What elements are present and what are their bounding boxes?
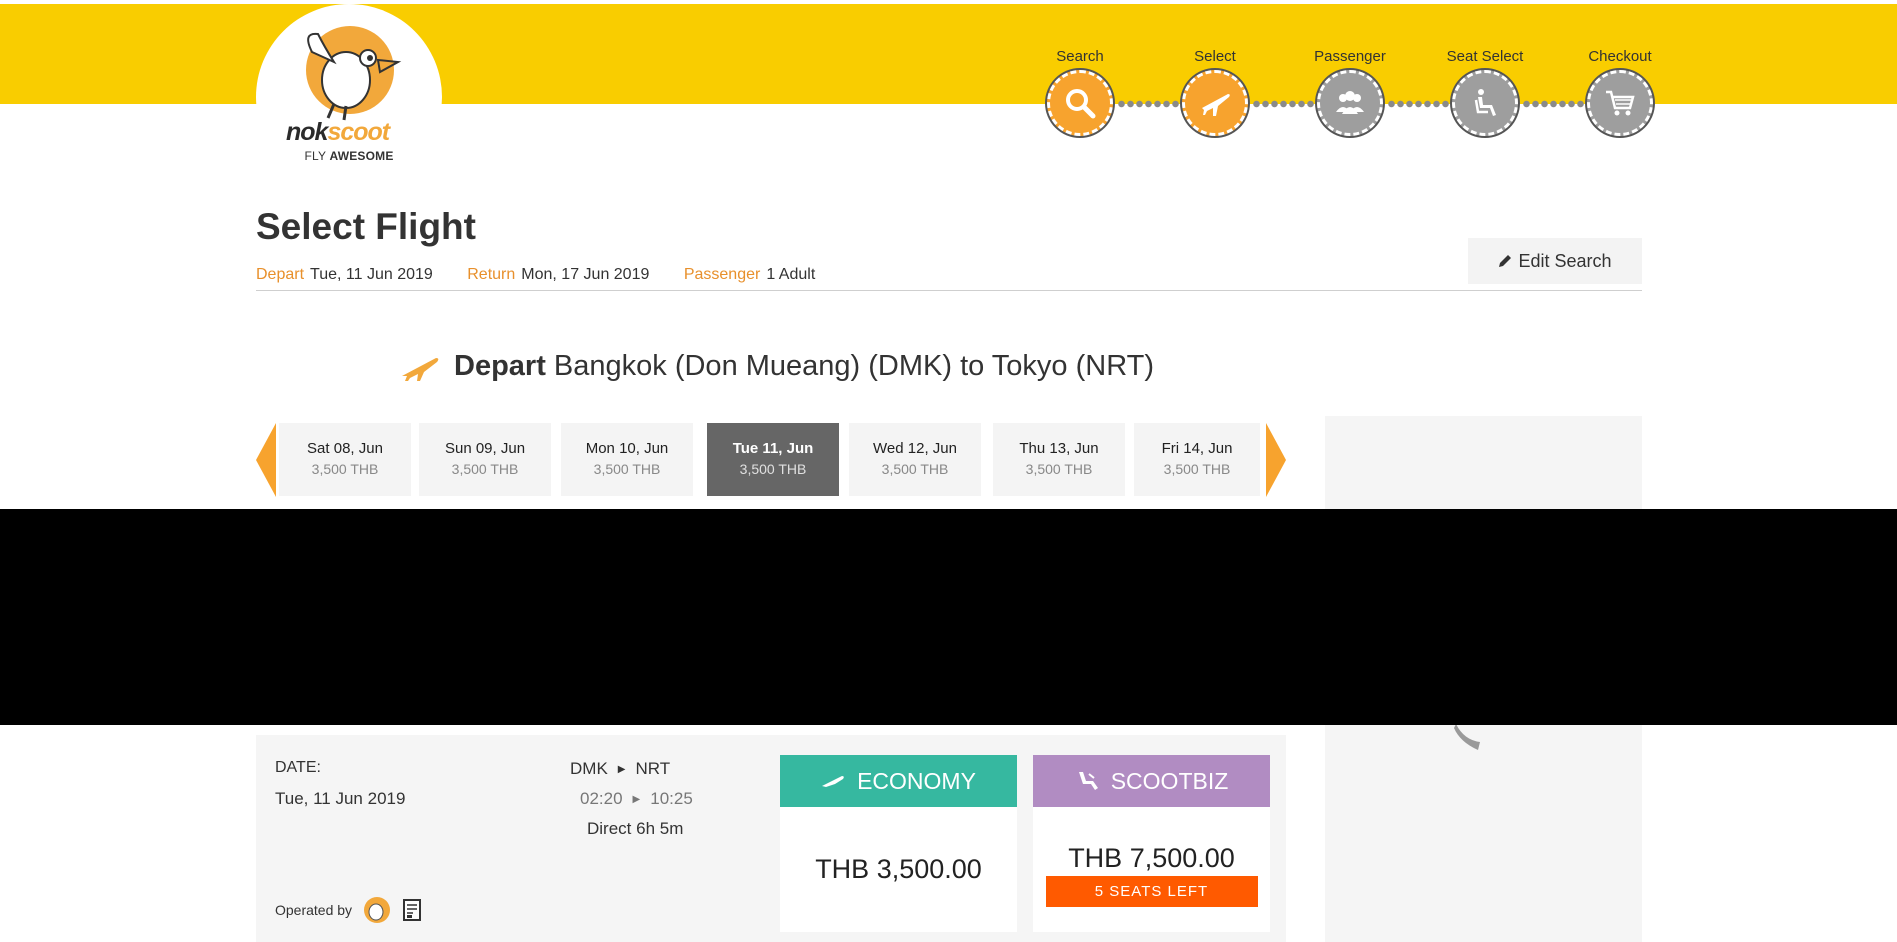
step-circle — [1047, 70, 1113, 136]
seats-left-badge: 5 SEATS LEFT — [1045, 876, 1258, 907]
flight-row: DATE: Tue, 11 Jun 2019 DMK ▶ NRT 02:20 ▶ 10:… — [256, 735, 1286, 942]
return-value: Mon, 17 Jun 2019 — [521, 266, 650, 283]
date-tile[interactable]: Thu 13, Jun 3,500 THB — [993, 423, 1125, 496]
search-summary: Depart Tue, 11 Jun 2019 Return Mon, 17 Jun… — [256, 266, 845, 284]
depart-time: 02:20 — [580, 789, 623, 808]
scootbiz-fare-card[interactable]: SCOOTBIZ THB 7,500.00 5 SEATS LEFT — [1033, 755, 1270, 932]
arrive-time: 10:25 — [650, 789, 693, 808]
date-tile-price: 3,500 THB — [1163, 461, 1231, 477]
date-tile-price: 3,500 THB — [311, 461, 379, 477]
tagline-prefix: FLY — [304, 149, 330, 163]
step-passenger[interactable]: Passenger — [1290, 48, 1410, 136]
flight-times: 02:20 ▶ 10:25 — [580, 789, 693, 809]
route-label: Depart — [454, 350, 546, 382]
seat-icon — [1474, 89, 1496, 116]
date-tile-price: 3,500 THB — [881, 461, 949, 477]
return-label: Return — [467, 266, 516, 283]
step-search[interactable]: Search — [1020, 48, 1140, 136]
search-icon — [1066, 89, 1096, 119]
depart-value: Tue, 11 Jun 2019 — [310, 266, 433, 283]
step-label: Passenger — [1314, 48, 1386, 65]
flight-duration: Direct 6h 5m — [587, 819, 684, 838]
date-tile-date: Wed 12, Jun — [873, 440, 957, 457]
date-tile-date: Mon 10, Jun — [585, 440, 669, 457]
booking-steps: Search Select Passenger Seat Select Chec… — [1020, 48, 1653, 148]
airline-logo-icon — [364, 897, 391, 923]
date-tile-selected[interactable]: Tue 11, Jun 3,500 THB — [707, 423, 839, 496]
seat-icon — [1078, 772, 1098, 790]
step-circle — [1317, 70, 1383, 136]
date-tile[interactable]: Fri 14, Jun 3,500 THB — [1134, 423, 1260, 496]
economy-fare-price: THB 3,500.00 — [815, 854, 982, 884]
arrow-right-icon: ▶ — [632, 794, 641, 805]
operated-by-label: Operated by — [275, 902, 353, 918]
logo-wordmark: nokscoot — [286, 118, 416, 147]
redacted-region — [0, 509, 1897, 725]
flight-date-value: Tue, 11 Jun 2019 — [275, 789, 406, 808]
cart-icon — [1606, 90, 1635, 116]
flight-airports: DMK ▶ NRT — [570, 759, 670, 779]
step-select[interactable]: Select — [1155, 48, 1275, 136]
step-circle — [1182, 70, 1248, 136]
step-label: Select — [1194, 48, 1236, 65]
date-tile-price: 3,500 THB — [451, 461, 519, 477]
arrow-right-icon: ▶ — [617, 764, 626, 775]
step-label: Search — [1056, 48, 1104, 65]
date-tile[interactable]: Sun 09, Jun 3,500 THB — [419, 423, 551, 496]
logo-wordmark-nok: nok — [286, 118, 328, 146]
date-carousel: Sat 08, Jun 3,500 THB Sun 09, Jun 3,500 TH… — [256, 423, 1286, 497]
group-icon — [1336, 91, 1364, 114]
economy-fare-name: ECONOMY — [857, 767, 976, 794]
carousel-prev-icon[interactable] — [256, 423, 276, 497]
date-tile[interactable]: Mon 10, Jun 3,500 THB — [561, 423, 693, 496]
date-tile-price: 3,500 THB — [1025, 461, 1093, 477]
route-heading: Depart Bangkok (Don Mueang) (DMK) to Tok… — [400, 350, 1154, 383]
date-tile-price: 3,500 THB — [739, 461, 807, 477]
passenger-value: 1 Adult — [766, 266, 816, 283]
page-title: Select Flight — [256, 206, 476, 247]
logo-wordmark-scoot: scoot — [327, 118, 390, 146]
tagline-bold: AWESOME — [329, 149, 394, 163]
scootbiz-fare-price: THB 7,500.00 — [1068, 843, 1235, 873]
route-description: Bangkok (Don Mueang) (DMK) to Tokyo (NRT… — [553, 350, 1155, 382]
step-circle — [1452, 70, 1518, 136]
date-tile[interactable]: Sat 08, Jun 3,500 THB — [279, 423, 411, 496]
date-tile-date: Thu 13, Jun — [1019, 440, 1099, 457]
document-icon[interactable] — [402, 898, 422, 922]
destination-code: NRT — [635, 759, 671, 778]
plane-icon — [402, 357, 439, 381]
step-label: Seat Select — [1446, 48, 1524, 65]
date-tile-date: Sun 09, Jun — [444, 440, 526, 457]
plane-icon — [822, 776, 844, 787]
edit-search-label: Edit Search — [1518, 250, 1612, 271]
step-label: Checkout — [1588, 48, 1652, 65]
plane-icon — [1202, 94, 1230, 116]
carousel-next-icon[interactable] — [1266, 423, 1286, 497]
edit-search-button[interactable]: Edit Search — [1468, 238, 1642, 284]
economy-fare-card[interactable]: ECONOMY THB 3,500.00 — [780, 755, 1017, 932]
origin-code: DMK — [570, 759, 608, 778]
date-tile-date: Tue 11, Jun — [732, 440, 814, 457]
step-checkout[interactable]: Checkout — [1560, 48, 1680, 136]
depart-label: Depart — [256, 266, 305, 283]
bird-mascot-icon — [306, 26, 402, 121]
pencil-icon — [1499, 255, 1512, 267]
date-tile-date: Sat 08, Jun — [307, 440, 383, 457]
passenger-label: Passenger — [683, 266, 761, 283]
date-tile-date: Fri 14, Jun — [1161, 440, 1233, 457]
nokscoot-logo[interactable]: nokscoot FLY AWESOME — [256, 4, 442, 190]
operated-by: Operated by — [275, 895, 422, 925]
date-tile-price: 3,500 THB — [593, 461, 661, 477]
step-circle — [1587, 70, 1653, 136]
scootbiz-fare-header: SCOOTBIZ — [1033, 755, 1270, 807]
flight-date-label: DATE: — [275, 759, 321, 776]
scootbiz-fare-name: SCOOTBIZ — [1110, 767, 1229, 794]
logo-tagline: FLY AWESOME — [256, 149, 442, 163]
date-tile[interactable]: Wed 12, Jun 3,500 THB — [849, 423, 981, 496]
economy-fare-header: ECONOMY — [780, 755, 1017, 807]
title-divider — [256, 290, 1642, 291]
step-seat-select[interactable]: Seat Select — [1425, 48, 1545, 136]
